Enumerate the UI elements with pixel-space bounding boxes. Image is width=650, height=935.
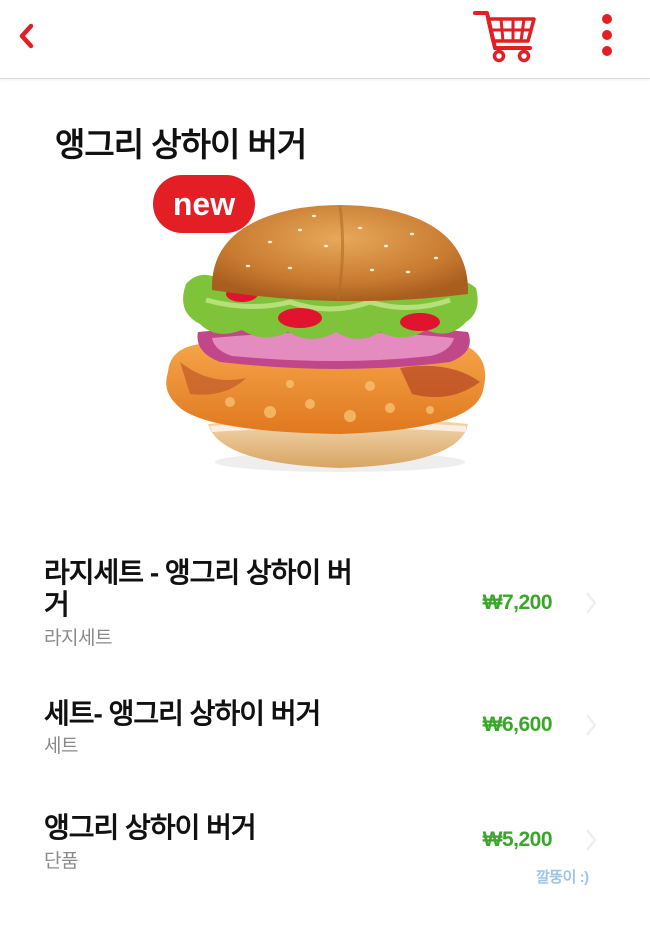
new-badge: new [153, 175, 255, 233]
product-title: 앵그리 상하이 버거 [55, 126, 307, 163]
shopping-cart-icon [473, 11, 536, 63]
product-image: new [153, 175, 486, 472]
top-app-bar [0, 0, 650, 79]
menu-item-name: 세트- 앵그리 상하이 버거 [44, 698, 321, 729]
new-badge-label: new [173, 186, 235, 222]
menu-item-name: 앵그리 상하이 버거 [44, 812, 257, 843]
menu-item-price: ₩7,200 [482, 591, 553, 614]
menu-item-price: ₩6,600 [482, 713, 553, 736]
watermark: 깔뚱이 :) [536, 869, 589, 886]
back-button[interactable] [8, 16, 44, 56]
more-options-button[interactable] [592, 10, 622, 60]
menu-item-price: ₩5,200 [482, 828, 553, 851]
chevron-right-icon [586, 829, 597, 851]
more-dot [602, 30, 612, 40]
menu-item-large-set[interactable]: 라지세트 - 앵그리 상하이 버거 라지세트 ₩7,200 [0, 555, 650, 655]
chevron-right-icon [586, 592, 597, 614]
cart-button[interactable] [470, 6, 542, 66]
chevron-right-icon [586, 714, 597, 736]
more-dot [602, 46, 612, 56]
menu-item-subtitle: 세트 [44, 736, 78, 757]
menu-item-subtitle: 라지세트 [44, 628, 112, 649]
menu-item-set[interactable]: 세트- 앵그리 상하이 버거 세트 ₩6,600 [0, 696, 650, 766]
more-vertical-icon [602, 14, 612, 24]
chevron-left-icon [19, 23, 34, 49]
menu-item-name: 라지세트 - 앵그리 상하이 버거 [44, 557, 353, 620]
menu-item-subtitle: 단품 [44, 851, 78, 872]
